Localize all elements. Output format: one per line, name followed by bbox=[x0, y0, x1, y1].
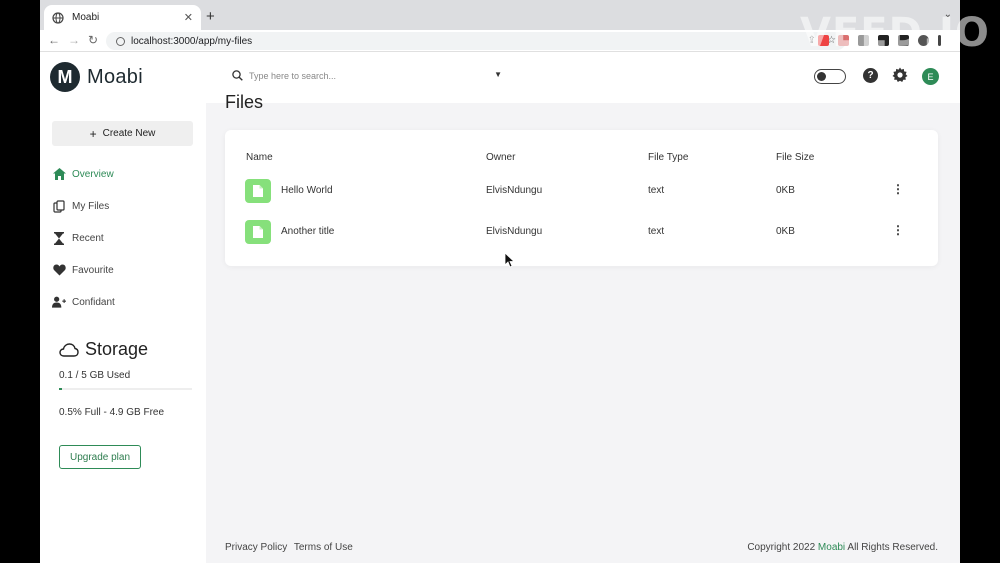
site-info-icon[interactable] bbox=[116, 36, 125, 46]
url-field[interactable]: localhost:3000/app/my-files ⇪ ☆ bbox=[106, 32, 846, 50]
browser-tab[interactable]: Moabi ✕ bbox=[44, 5, 201, 30]
file-name[interactable]: Hello World bbox=[281, 185, 333, 196]
copyright-suffix: All Rights Reserved. bbox=[847, 542, 938, 553]
sidebar: M Moabi + Create New Overview My Files R… bbox=[40, 52, 206, 563]
storage-progress-fill bbox=[59, 388, 62, 390]
sidebar-item-confidant[interactable]: Confidant bbox=[52, 293, 115, 311]
table-row[interactable]: Another title ElvisNdungu text 0KB ⋮ bbox=[225, 215, 938, 249]
copyright-text: Copyright 2022 bbox=[747, 542, 816, 553]
url-text: localhost:3000/app/my-files bbox=[131, 35, 253, 47]
logo-text: Moabi bbox=[87, 65, 143, 88]
back-icon[interactable]: ← bbox=[48, 34, 60, 47]
files-table: Name Owner File Type File Size Hello Wor… bbox=[225, 130, 938, 266]
sidebar-item-recent[interactable]: Recent bbox=[52, 229, 104, 247]
file-owner: ElvisNdungu bbox=[486, 226, 543, 237]
sidebar-item-favourite[interactable]: Favourite bbox=[52, 261, 114, 279]
forward-icon[interactable]: → bbox=[68, 34, 80, 47]
mouse-cursor-icon bbox=[504, 252, 516, 273]
reload-icon[interactable]: ↻ bbox=[88, 34, 98, 47]
logo-mark: M bbox=[50, 62, 80, 92]
close-tab-icon[interactable]: ✕ bbox=[184, 11, 193, 24]
help-icon[interactable]: ? bbox=[863, 68, 878, 83]
page-title: Files bbox=[225, 92, 264, 112]
heart-icon bbox=[52, 263, 66, 277]
sidebar-item-my-files[interactable]: My Files bbox=[52, 197, 109, 215]
screen: Moabi ✕ + ⌄ ← → ↻ localhost:3000/app/my-… bbox=[40, 0, 960, 563]
home-icon bbox=[52, 167, 66, 181]
gear-icon[interactable] bbox=[892, 67, 908, 83]
logo[interactable]: M Moabi bbox=[50, 62, 143, 92]
file-type: text bbox=[648, 185, 665, 196]
column-header-owner[interactable]: Owner bbox=[486, 152, 515, 163]
terms-of-use-link[interactable]: Terms of Use bbox=[294, 542, 353, 553]
sidebar-item-overview[interactable]: Overview bbox=[52, 165, 114, 183]
search-input[interactable]: Type here to search... bbox=[249, 71, 336, 81]
cloud-icon bbox=[59, 342, 79, 357]
sidebar-item-label: Recent bbox=[72, 232, 104, 244]
storage-title-text: Storage bbox=[85, 339, 149, 359]
plus-icon: + bbox=[89, 126, 97, 141]
file-icon bbox=[245, 220, 271, 244]
storage-title: Storage bbox=[59, 339, 148, 360]
top-bar: Type here to search... ▼ ? E bbox=[206, 52, 960, 103]
file-type: text bbox=[648, 226, 665, 237]
file-size: 0KB bbox=[776, 226, 795, 237]
new-tab-icon[interactable]: + bbox=[206, 9, 215, 24]
copyright: Copyright 2022 Moabi All Rights Reserved… bbox=[747, 542, 938, 553]
file-size: 0KB bbox=[776, 185, 795, 196]
more-options-icon[interactable]: ⋮ bbox=[892, 224, 904, 236]
sidebar-item-label: My Files bbox=[72, 200, 110, 212]
watermark: VEED.IO bbox=[800, 10, 990, 56]
upgrade-plan-button[interactable]: Upgrade plan bbox=[59, 445, 141, 469]
search-dropdown-icon[interactable]: ▼ bbox=[494, 70, 502, 79]
file-owner: ElvisNdungu bbox=[486, 185, 543, 196]
create-new-label: Create New bbox=[102, 128, 156, 139]
column-header-file-type[interactable]: File Type bbox=[648, 152, 688, 163]
toggle-knob bbox=[817, 72, 826, 81]
column-header-file-size[interactable]: File Size bbox=[776, 152, 814, 163]
globe-icon bbox=[52, 11, 64, 24]
theme-toggle[interactable] bbox=[814, 69, 846, 84]
hourglass-icon bbox=[52, 231, 66, 245]
file-icon bbox=[245, 179, 271, 203]
sidebar-item-label: Overview bbox=[72, 168, 114, 180]
file-name[interactable]: Another title bbox=[281, 226, 334, 237]
avatar[interactable]: E bbox=[922, 68, 939, 85]
sidebar-item-label: Favourite bbox=[72, 264, 114, 276]
privacy-policy-link[interactable]: Privacy Policy bbox=[225, 542, 287, 553]
tab-title: Moabi bbox=[72, 12, 100, 23]
table-row[interactable]: Hello World ElvisNdungu text 0KB ⋮ bbox=[225, 174, 938, 208]
files-icon bbox=[52, 199, 66, 213]
more-options-icon[interactable]: ⋮ bbox=[892, 183, 904, 195]
storage-used-text: 0.1 / 5 GB Used bbox=[59, 370, 131, 381]
sidebar-item-label: Confidant bbox=[72, 296, 115, 308]
create-new-button[interactable]: + Create New bbox=[52, 121, 193, 146]
footer: Privacy Policy Terms of Use Copyright 20… bbox=[206, 534, 960, 563]
column-header-name[interactable]: Name bbox=[246, 152, 273, 163]
search-box[interactable]: Type here to search... ▼ bbox=[224, 63, 510, 88]
user-plus-icon bbox=[52, 295, 66, 309]
storage-free-text: 0.5% Full - 4.9 GB Free bbox=[59, 407, 165, 418]
copyright-brand-link[interactable]: Moabi bbox=[818, 542, 845, 553]
search-icon bbox=[232, 70, 243, 81]
storage-progress-bar bbox=[59, 388, 192, 390]
